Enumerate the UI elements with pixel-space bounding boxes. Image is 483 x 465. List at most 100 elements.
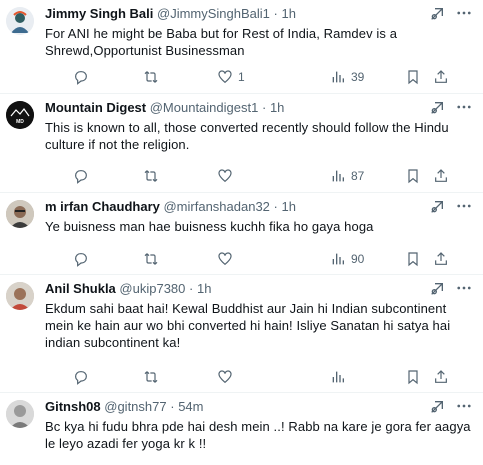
views-button[interactable]: 87 xyxy=(330,167,364,185)
like-button[interactable] xyxy=(217,250,238,268)
separator-dot: · xyxy=(273,199,278,214)
reply-button[interactable] xyxy=(73,250,94,268)
tweet-header: Mountain Digest @Mountaindigest1 · 1h xyxy=(45,100,423,115)
share-button[interactable] xyxy=(433,68,449,86)
timestamp[interactable]: 1h xyxy=(270,100,284,115)
tweet[interactable]: MD Mountain Digest @Mountaindigest1 · 1h… xyxy=(0,94,483,193)
retweet-button[interactable] xyxy=(143,167,164,185)
retweet-icon xyxy=(144,71,158,83)
bookmark-button[interactable] xyxy=(405,250,421,268)
more-icon[interactable] xyxy=(455,279,473,297)
reply-icon xyxy=(75,170,87,184)
avatar[interactable]: MD xyxy=(6,101,34,129)
more-icon[interactable] xyxy=(455,197,473,215)
more-icon[interactable] xyxy=(455,98,473,116)
tweet-text: This is known to all, those converted re… xyxy=(45,120,449,152)
author-handle[interactable]: @gitnsh77 xyxy=(104,399,166,414)
share-button[interactable] xyxy=(433,167,449,185)
tweet-text: Ekdum sahi baat hai! Kewal Buddhist aur … xyxy=(45,301,451,350)
retweet-button[interactable] xyxy=(143,68,164,86)
like-button[interactable] xyxy=(217,368,238,386)
views-icon xyxy=(332,371,344,383)
views-icon xyxy=(332,71,344,83)
avatar-image xyxy=(6,200,34,228)
avatar-image xyxy=(6,7,34,35)
views-button[interactable]: 39 xyxy=(330,68,364,86)
views-count: 87 xyxy=(351,169,365,183)
bookmark-button[interactable] xyxy=(405,167,421,185)
timestamp[interactable]: 1h xyxy=(282,199,296,214)
share-icon xyxy=(435,70,447,83)
like-icon xyxy=(218,70,232,84)
like-button[interactable]: 1 xyxy=(217,68,245,86)
author-name[interactable]: Anil Shukla xyxy=(45,281,116,296)
tweet-text: Bc kya hi fudu bhra pde hai desh mein ..… xyxy=(45,419,471,451)
more-icon[interactable] xyxy=(455,397,473,415)
tweet[interactable]: Gitnsh08 @gitnsh77 · 54m Bc kya hi fudu … xyxy=(0,393,483,465)
author-handle[interactable]: @mirfanshadan32 xyxy=(163,199,269,214)
like-button[interactable] xyxy=(217,167,238,185)
reply-icon xyxy=(75,371,87,385)
like-icon xyxy=(218,370,232,384)
author-handle[interactable]: @JimmySinghBali1 xyxy=(157,6,270,21)
reply-button[interactable] xyxy=(73,167,94,185)
bookmark-icon xyxy=(408,252,418,267)
avatar-logo: MD xyxy=(6,101,34,129)
avatar[interactable] xyxy=(6,200,34,228)
share-button[interactable] xyxy=(433,250,449,268)
author-name[interactable]: Gitnsh08 xyxy=(45,399,101,414)
tweet[interactable]: Jimmy Singh Bali @JimmySinghBali1 · 1h F… xyxy=(0,0,483,94)
avatar[interactable] xyxy=(6,7,34,35)
grok-icon[interactable] xyxy=(429,199,445,215)
timestamp[interactable]: 1h xyxy=(197,281,211,296)
tweet-text: Ye buisness man hae buisness kuchh fika … xyxy=(45,219,374,234)
avatar-image xyxy=(6,282,34,310)
author-handle[interactable]: @Mountaindigest1 xyxy=(150,100,259,115)
bookmark-button[interactable] xyxy=(405,68,421,86)
retweet-button[interactable] xyxy=(143,368,164,386)
views-count: 39 xyxy=(351,70,365,84)
bookmark-icon xyxy=(408,370,418,385)
reply-icon xyxy=(75,71,87,85)
tweet[interactable]: Anil Shukla @ukip7380 · 1h Ekdum sahi ba… xyxy=(0,275,483,393)
grok-icon[interactable] xyxy=(429,399,445,415)
share-icon xyxy=(435,370,447,383)
author-name[interactable]: Jimmy Singh Bali xyxy=(45,6,153,21)
avatar[interactable] xyxy=(6,400,34,428)
grok-icon[interactable] xyxy=(429,281,445,297)
author-handle[interactable]: @ukip7380 xyxy=(119,281,185,296)
grok-icon[interactable] xyxy=(429,6,445,22)
separator-dot: · xyxy=(189,281,194,296)
views-button[interactable]: 90 xyxy=(330,250,364,268)
author-name[interactable]: Mountain Digest xyxy=(45,100,146,115)
author-name[interactable]: m irfan Chaudhary xyxy=(45,199,160,214)
retweet-button[interactable] xyxy=(143,250,164,268)
action-bar: 87 xyxy=(45,167,471,185)
tweet-header: Anil Shukla @ukip7380 · 1h xyxy=(45,281,423,296)
tweet-header: Jimmy Singh Bali @JimmySinghBali1 · 1h xyxy=(45,6,423,21)
share-icon xyxy=(435,169,447,182)
share-button[interactable] xyxy=(433,368,449,386)
views-icon xyxy=(332,170,344,182)
more-icon[interactable] xyxy=(455,4,473,22)
reply-button[interactable] xyxy=(73,68,94,86)
bookmark-button[interactable] xyxy=(405,368,421,386)
timestamp[interactable]: 1h xyxy=(282,6,296,21)
bookmark-icon xyxy=(408,70,418,85)
timestamp[interactable]: 54m xyxy=(178,399,203,414)
retweet-icon xyxy=(144,170,158,182)
tweet[interactable]: m irfan Chaudhary @mirfanshadan32 · 1h Y… xyxy=(0,193,483,275)
views-button[interactable] xyxy=(330,368,351,386)
tweet-header: m irfan Chaudhary @mirfanshadan32 · 1h xyxy=(45,199,423,214)
reply-icon xyxy=(75,253,87,267)
tweet-text: For ANI he might be Baba but for Rest of… xyxy=(45,26,398,58)
avatar-image xyxy=(6,400,34,428)
reply-button[interactable] xyxy=(73,368,94,386)
like-icon xyxy=(218,252,232,266)
like-count: 1 xyxy=(238,70,245,84)
retweet-icon xyxy=(144,253,158,265)
separator-dot: · xyxy=(273,6,278,21)
avatar[interactable] xyxy=(6,282,34,310)
svg-text:MD: MD xyxy=(16,119,24,125)
grok-icon[interactable] xyxy=(429,100,445,116)
